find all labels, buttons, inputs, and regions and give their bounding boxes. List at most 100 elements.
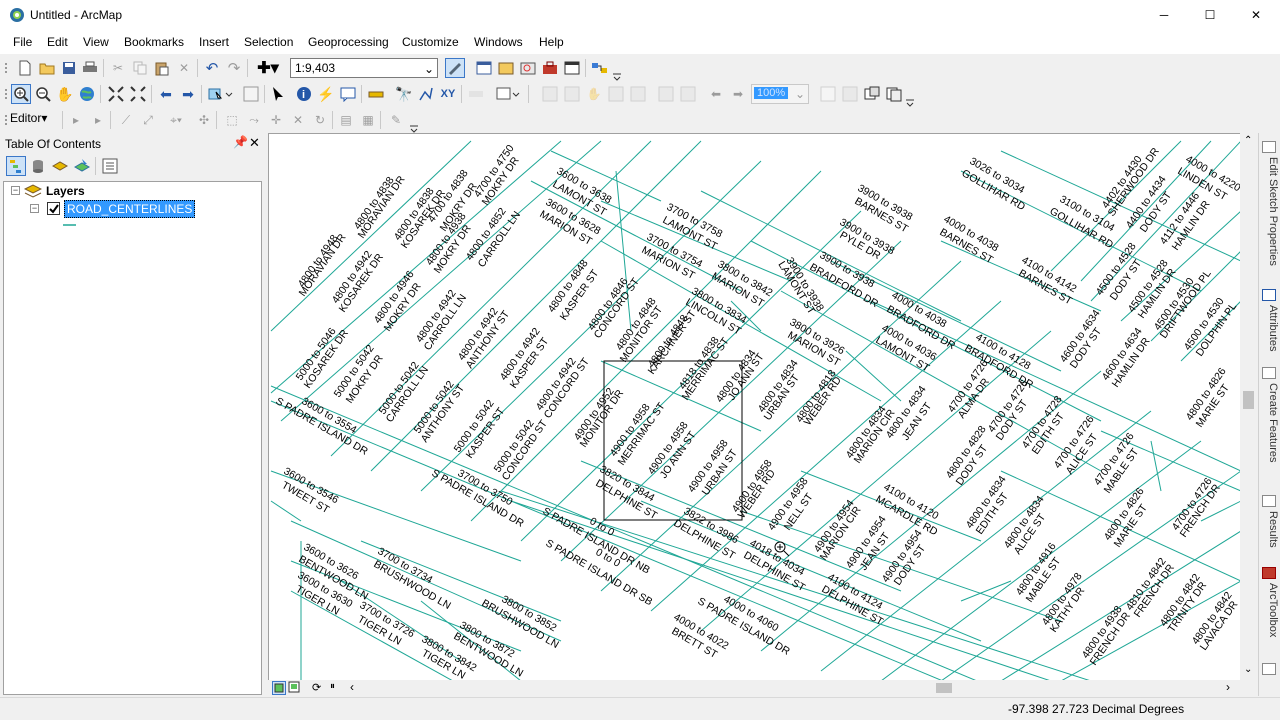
rotate-tool[interactable]: ↻ xyxy=(310,110,330,130)
new-document-button[interactable] xyxy=(15,58,35,78)
scroll-down-icon[interactable]: ⌄ xyxy=(1244,664,1252,675)
python-window-button[interactable] xyxy=(562,58,582,78)
edit-vertices-button[interactable]: ⬚ xyxy=(222,110,242,130)
edit-tool[interactable]: ▸ xyxy=(66,110,86,130)
zoom-whole-page-button[interactable] xyxy=(606,84,626,104)
cut-polygons-tool[interactable]: ✛ xyxy=(266,110,286,130)
zoom-out-tool[interactable] xyxy=(33,84,53,104)
map-horizontal-scrollbar[interactable]: ⟳ ⏸ ‹ › xyxy=(268,680,1240,696)
editor-toolbar-toggle-button[interactable] xyxy=(445,58,465,78)
zoom-in-tool[interactable] xyxy=(11,84,31,104)
minimize-button[interactable]: ─ xyxy=(1141,0,1187,30)
layout-view-button[interactable] xyxy=(288,681,302,695)
catalog-window-button[interactable] xyxy=(496,58,516,78)
menu-selection[interactable]: Selection xyxy=(244,35,293,49)
paste-button[interactable] xyxy=(152,58,172,78)
find-button[interactable]: 🔭 xyxy=(394,84,414,104)
html-popup-tool[interactable] xyxy=(338,84,358,104)
road-segment[interactable] xyxy=(1001,531,1240,680)
road-segment[interactable] xyxy=(845,350,902,402)
open-time-slider-button[interactable] xyxy=(466,84,486,104)
toc-close-icon[interactable]: ✕ xyxy=(249,135,260,151)
select-features-button[interactable] xyxy=(206,84,236,104)
trace-tool[interactable]: ⌖▾ xyxy=(162,110,190,130)
layer-visibility-checkbox[interactable] xyxy=(47,202,60,215)
list-by-source-button[interactable] xyxy=(28,156,48,176)
data-driven-pages-button[interactable] xyxy=(884,84,904,104)
list-by-drawing-order-button[interactable] xyxy=(6,156,26,176)
hyperlink-tool[interactable]: ⚡ xyxy=(316,84,336,104)
copy-button[interactable] xyxy=(130,58,150,78)
scroll-right-icon[interactable]: › xyxy=(1226,680,1230,694)
change-layout-button[interactable] xyxy=(862,84,882,104)
menu-view[interactable]: View xyxy=(83,35,109,49)
dataframe-name[interactable]: Layers xyxy=(46,184,85,198)
fixed-zoom-out-button[interactable] xyxy=(128,84,148,104)
scroll-up-icon[interactable]: ⌃ xyxy=(1244,135,1252,146)
dock-tab-arctoolbox[interactable]: ArcToolbox xyxy=(1261,583,1279,637)
data-view-button[interactable] xyxy=(272,681,286,695)
road-centerlines-map[interactable]: 3600 to 3638LAMONT ST3600 to 3628MARION … xyxy=(269,134,1240,680)
point-tool[interactable]: ✣ xyxy=(194,110,214,130)
clear-selection-button[interactable] xyxy=(241,84,261,104)
measure-tool[interactable] xyxy=(366,84,386,104)
forward-extent-button[interactable]: ➡ xyxy=(178,84,198,104)
back-extent-button[interactable]: ⬅ xyxy=(156,84,176,104)
map-display[interactable]: 3600 to 3638 LAMONT ST 3600 to 3628 MARION … xyxy=(268,133,1240,680)
toggle-draft-mode-button[interactable] xyxy=(818,84,838,104)
road-segment[interactable] xyxy=(1150,440,1162,492)
full-extent-button[interactable] xyxy=(77,84,97,104)
maximize-button[interactable]: ☐ xyxy=(1187,0,1233,30)
find-route-button[interactable] xyxy=(416,84,436,104)
road-segment[interactable] xyxy=(960,580,1012,602)
refresh-view-button[interactable]: ⟳ xyxy=(312,681,326,695)
layout-forward-button[interactable]: ➡ xyxy=(728,84,748,104)
menu-help[interactable]: Help xyxy=(539,35,564,49)
add-data-button[interactable]: ✚▾ xyxy=(253,58,283,78)
menu-file[interactable]: File xyxy=(13,35,32,49)
collapse-layer-toggle[interactable]: − xyxy=(30,204,39,213)
model-builder-button[interactable] xyxy=(590,58,610,78)
sketch-properties-button[interactable]: ▦ xyxy=(358,110,378,130)
layout-zoom-out-button[interactable] xyxy=(562,84,582,104)
straight-segment-tool[interactable]: ⟋ xyxy=(116,110,136,130)
map-vertical-scrollbar[interactable]: ⌃ ⌄ xyxy=(1240,133,1257,680)
editor-menu-button[interactable]: Editor▾ xyxy=(10,111,47,125)
layout-zoom-in-button[interactable] xyxy=(540,84,560,104)
delete-button[interactable]: ✕ xyxy=(174,58,194,78)
cut-button[interactable]: ✂ xyxy=(108,58,128,78)
reshape-feature-tool[interactable]: ⤳ xyxy=(244,110,264,130)
menu-insert[interactable]: Insert xyxy=(199,35,229,49)
table-of-contents-button[interactable] xyxy=(474,58,494,78)
layout-zoom-combobox[interactable]: 100% ⌄ xyxy=(751,84,809,104)
road-segment[interactable] xyxy=(270,500,302,522)
go-to-xy-button[interactable]: XY xyxy=(438,84,458,104)
create-features-button[interactable]: ✎ xyxy=(386,110,406,130)
fixed-zoom-in-button[interactable] xyxy=(106,84,126,104)
save-button[interactable] xyxy=(59,58,79,78)
map-scale-combobox[interactable]: 1:9,403 ⌄ xyxy=(290,58,438,78)
create-viewer-window-button[interactable] xyxy=(494,84,522,104)
vertical-scroll-thumb[interactable] xyxy=(1243,391,1254,409)
menu-windows[interactable]: Windows xyxy=(474,35,523,49)
collapse-layers-toggle[interactable]: − xyxy=(11,186,20,195)
list-by-selection-button[interactable] xyxy=(72,156,92,176)
edit-annotation-tool[interactable]: ▸ xyxy=(88,110,108,130)
layout-fixed-zoom-in-button[interactable] xyxy=(656,84,676,104)
layer-name[interactable]: ROAD_CENTERLINES xyxy=(64,200,196,218)
zoom-100-percent-button[interactable] xyxy=(628,84,648,104)
menu-geoprocessing[interactable]: Geoprocessing xyxy=(308,35,389,49)
dock-tab-attributes[interactable]: Attributes xyxy=(1261,305,1279,351)
scroll-left-icon[interactable]: ‹ xyxy=(350,680,354,694)
dock-tab-results[interactable]: Results xyxy=(1261,511,1279,548)
dock-tab-edit-sketch-properties[interactable]: Edit Sketch Properties xyxy=(1261,157,1279,266)
focus-data-frame-button[interactable] xyxy=(840,84,860,104)
redo-button[interactable]: ↷ xyxy=(224,58,244,78)
horizontal-scroll-thumb[interactable] xyxy=(936,683,952,693)
menu-customize[interactable]: Customize xyxy=(402,35,459,49)
pause-drawing-button[interactable]: ⏸ xyxy=(330,681,344,695)
menu-edit[interactable]: Edit xyxy=(47,35,68,49)
menu-bookmarks[interactable]: Bookmarks xyxy=(124,35,184,49)
list-by-visibility-button[interactable] xyxy=(50,156,70,176)
split-tool[interactable]: ✕ xyxy=(288,110,308,130)
